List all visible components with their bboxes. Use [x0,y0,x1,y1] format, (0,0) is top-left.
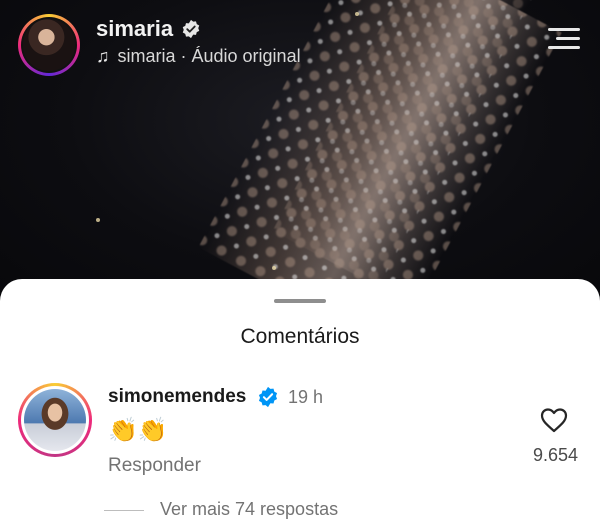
comments-sheet: Comentários simonemendes 19 h 👏👏 Respond… [0,279,600,532]
comment-timestamp: 19 h [288,387,324,407]
verified-badge-icon [258,386,278,408]
audio-label: simaria · Áudio original [117,46,301,66]
audio-link[interactable]: ♫ simaria · Áudio original [96,46,301,67]
sheet-title: Comentários [240,325,360,348]
commenter-avatar[interactable] [18,383,92,457]
reel-video[interactable]: simaria ♫ simaria · Áudio original [0,0,600,300]
commenter-username[interactable]: simonemendes [108,386,246,408]
view-more-replies-button[interactable]: Ver mais 74 respostas [160,499,338,520]
heart-icon[interactable] [540,407,568,433]
reply-button[interactable]: Responder [108,455,201,477]
like-count: 9.654 [532,445,578,465]
profile-avatar[interactable] [18,14,80,76]
menu-icon[interactable] [548,28,580,50]
verified-badge-icon [182,19,200,39]
reel-header: simaria ♫ simaria · Áudio original [18,8,582,76]
video-light-spark [272,266,276,270]
comment-text: 👏👏 [108,417,168,444]
reel-username[interactable]: simaria [96,16,173,42]
sheet-drag-handle[interactable] [274,299,326,303]
video-light-spark [96,218,100,222]
music-note-icon: ♫ [96,46,110,66]
replies-divider [104,510,144,511]
